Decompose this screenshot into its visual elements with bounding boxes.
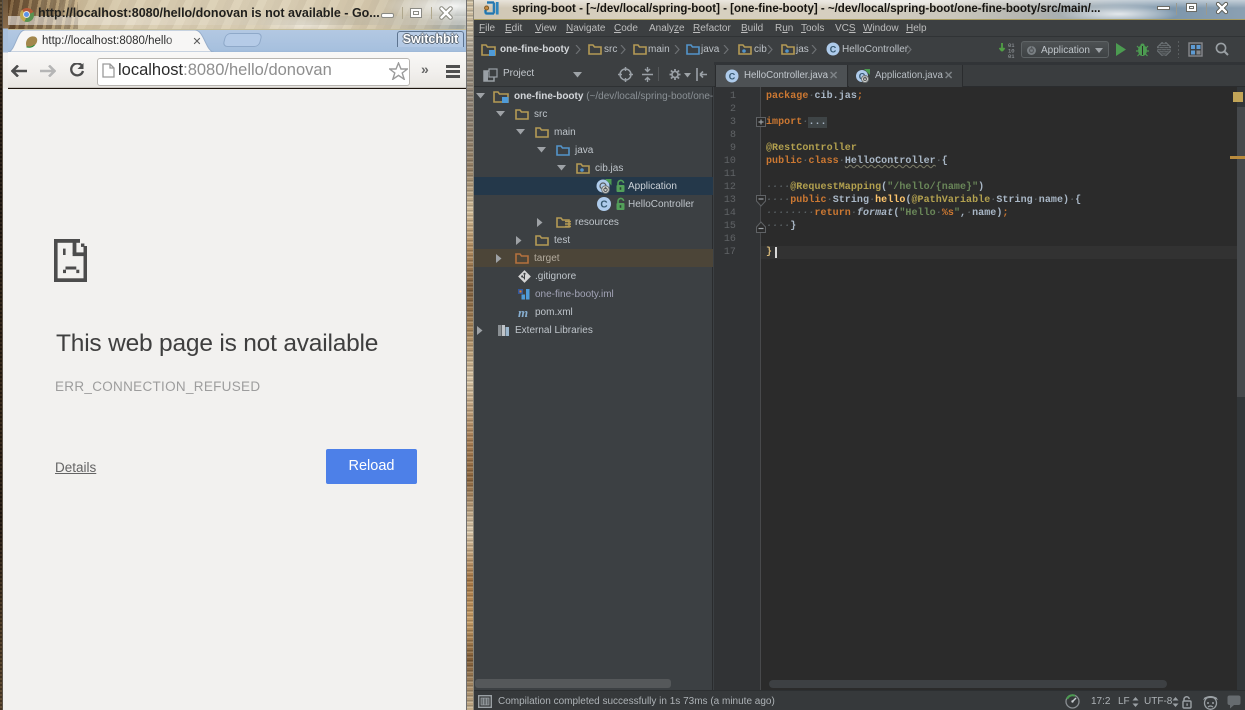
svg-text:01: 01 <box>1008 53 1015 58</box>
svg-text:m: m <box>518 305 528 319</box>
svg-text:C: C <box>830 45 837 55</box>
svg-text:C: C <box>600 200 607 211</box>
svg-text:C: C <box>729 72 736 82</box>
